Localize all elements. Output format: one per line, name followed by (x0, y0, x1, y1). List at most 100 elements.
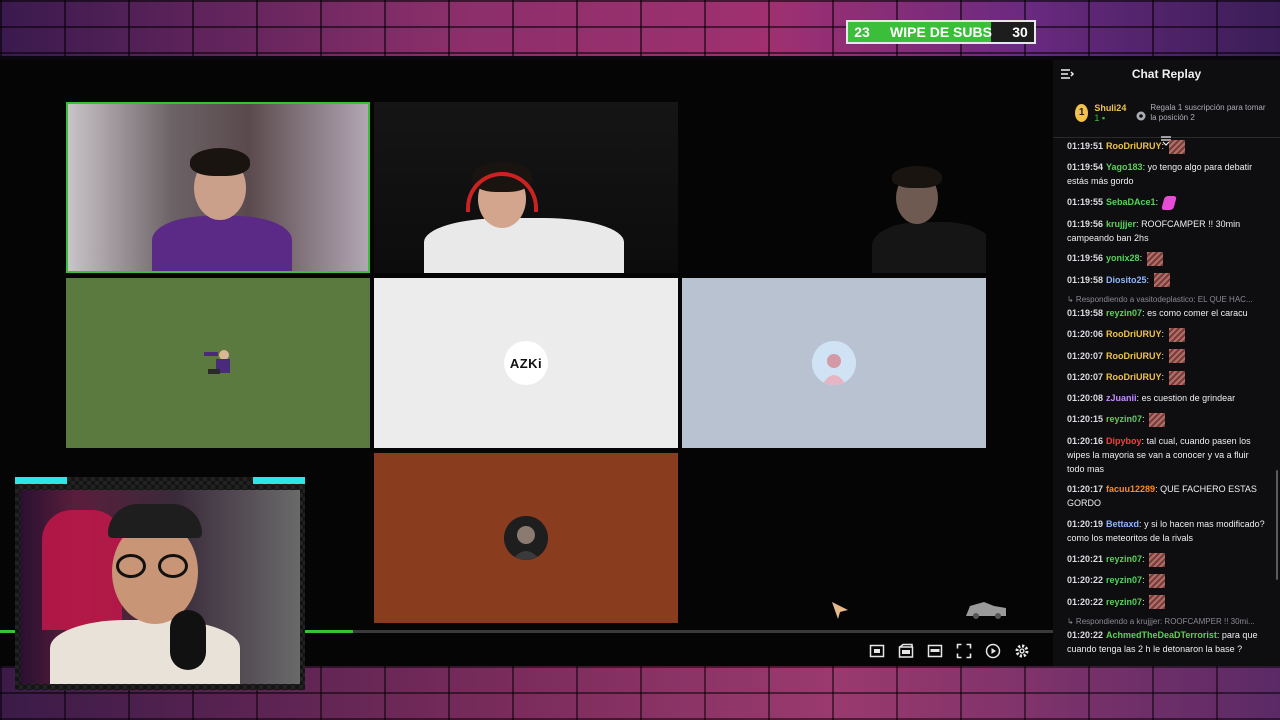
call-tile-camera-1 (66, 102, 370, 273)
chat-emote-icon[interactable] (1146, 252, 1163, 267)
leaderboard-user: Shuli24 1 ▪ (1094, 103, 1126, 123)
chat-username[interactable]: Diosito25 (1106, 275, 1147, 285)
chat-emote-icon[interactable] (1153, 273, 1170, 288)
chat-separator: : (1161, 371, 1167, 382)
chat-emote-icon[interactable] (1149, 552, 1166, 567)
chat-message: 01:20:16 Dipyboy: tal cual, cuando pasen … (1067, 434, 1268, 476)
clip-icon[interactable] (897, 642, 915, 660)
chat-username[interactable]: RooDriURUY (1106, 351, 1162, 361)
chat-title: Chat Replay (1131, 67, 1202, 81)
chat-separator: : (1142, 414, 1148, 425)
chat-timestamp: 01:19:55 (1067, 197, 1104, 208)
chat-username[interactable]: Bettaxd (1106, 519, 1139, 529)
chat-emote-icon[interactable] (1149, 574, 1166, 588)
chat-header: Chat Replay (1053, 60, 1280, 88)
chat-timestamp: 01:20:15 (1067, 414, 1104, 425)
chat-username[interactable]: AchmedTheDeaDTerrorist (1106, 630, 1217, 640)
chat-emote-icon[interactable] (1160, 195, 1177, 210)
chat-message: 01:20:21 reyzin07: (1067, 552, 1268, 567)
chat-message: 01:19:55 SebaDAce1: (1067, 195, 1268, 210)
chat-emote-icon[interactable] (1149, 595, 1166, 610)
chat-username[interactable]: reyzin07 (1106, 308, 1142, 318)
chat-message: 01:19:56 krujjjer: ROOFCAMPER !! 30min ca… (1067, 217, 1268, 245)
chat-username[interactable]: reyzin07 (1106, 414, 1142, 424)
call-tile-avatar-1 (66, 278, 370, 448)
chat-message: 01:19:56 yonix28: (1067, 251, 1268, 267)
chat-message-text: es como comer el caracu (1147, 308, 1248, 319)
chat-scrollbar[interactable] (1276, 470, 1278, 580)
chat-timestamp: 01:20:22 (1067, 630, 1104, 641)
facecam-accent-left (15, 477, 67, 484)
participant-torso (424, 218, 624, 273)
chat-separator: : (1142, 553, 1148, 564)
vehicle-icon (964, 598, 1008, 620)
participant-avatar (504, 516, 548, 560)
chat-username[interactable]: krujjjer (1106, 219, 1136, 229)
chat-message: 01:20:07 RooDriURUY: (1067, 370, 1268, 385)
chat-username[interactable]: RooDriURUY (1106, 141, 1162, 151)
chat-message: 01:20:07 RooDriURUY: (1067, 349, 1268, 364)
leaderboard-username: Shuli24 (1094, 102, 1127, 113)
chat-timestamp: 01:19:58 (1067, 308, 1104, 319)
chat-message: 01:19:58 Diosito25: (1067, 273, 1268, 288)
chat-emote-icon[interactable] (1168, 327, 1185, 342)
chat-emote-icon[interactable] (1168, 349, 1185, 364)
fullscreen-icon[interactable] (955, 642, 973, 660)
glasses-left-icon (116, 554, 146, 578)
chat-timestamp: 01:20:22 (1067, 575, 1104, 586)
call-tile-avatar-4 (374, 453, 678, 623)
chat-username[interactable]: zJuanii (1106, 393, 1137, 403)
cursor-arrow-icon (830, 600, 850, 620)
chat-username[interactable]: RooDriURUY (1106, 329, 1162, 339)
chat-timestamp: 01:19:54 (1067, 162, 1104, 173)
participant-hair (190, 148, 250, 176)
chat-message: 01:20:19 Bettaxd: y si lo hacen mas modif… (1067, 517, 1268, 545)
facecam-accent-right (253, 477, 305, 484)
call-tile-avatar-3 (682, 278, 986, 448)
collapse-chat-icon[interactable] (1059, 66, 1075, 82)
miniplayer-icon[interactable] (868, 642, 886, 660)
chat-reply-context: ↳ Respondiendo a krujjjer: ROOFCAMPER !!… (1067, 617, 1255, 627)
chat-reply-context: ↳ Respondiendo a vasitodeplastico: EL QU… (1067, 295, 1253, 305)
chat-separator: : (1155, 197, 1161, 208)
chat-message: 01:20:22 reyzin07: (1067, 573, 1268, 588)
chat-timestamp: 01:20:19 (1067, 519, 1104, 530)
chat-timestamp: 01:20:21 (1067, 553, 1104, 564)
chat-username[interactable]: Yago183 (1106, 162, 1143, 172)
chat-timestamp: 01:20:07 (1067, 350, 1104, 361)
chat-username[interactable]: facuu12289 (1106, 484, 1155, 494)
chat-emote-icon[interactable] (1168, 370, 1185, 385)
chat-username[interactable]: reyzin07 (1106, 554, 1142, 564)
gift-leaderboard[interactable]: 1 Shuli24 1 ▪ Regala 1 suscripción para … (1053, 88, 1280, 138)
chat-panel: Chat Replay 1 Shuli24 1 ▪ Regala 1 suscr… (1053, 60, 1280, 666)
participant-torso (152, 216, 292, 271)
subs-goal-bar: 23 WIPE DE SUBS 30 (846, 20, 1036, 44)
streamer-facecam (20, 490, 300, 684)
chat-username[interactable]: reyzin07 (1106, 575, 1142, 585)
chat-timestamp: 01:20:22 (1067, 596, 1104, 607)
playback-speed-icon[interactable] (984, 642, 1002, 660)
rank-badge: 1 (1075, 103, 1089, 122)
chat-message-text: es cuestion de grindear (1141, 393, 1236, 404)
chat-username[interactable]: Dipyboy (1106, 436, 1142, 446)
chat-username[interactable]: yonix28 (1106, 253, 1140, 263)
chat-username[interactable]: RooDriURUY (1106, 372, 1162, 382)
chat-timestamp: 01:20:08 (1067, 393, 1104, 404)
participant-hair (892, 166, 942, 188)
gift-sub-icon (1136, 108, 1146, 120)
settings-gear-icon[interactable] (1013, 642, 1031, 660)
participant-avatar (812, 341, 856, 385)
microphone-icon (170, 610, 206, 670)
theater-mode-icon[interactable] (926, 642, 944, 660)
leaderboard-gift-count: 1 ▪ (1094, 112, 1106, 123)
chat-separator: : (1139, 253, 1145, 264)
chat-emote-icon[interactable] (1149, 412, 1166, 427)
streamer-torso (50, 620, 240, 684)
chat-emote-icon[interactable] (1168, 139, 1185, 154)
chat-username[interactable]: SebaDAce1 (1106, 197, 1156, 207)
chat-message-list[interactable]: 01:19:51 RooDriURUY: 01:19:54 Yago183: yo … (1053, 139, 1280, 666)
call-tile-camera-2 (374, 102, 678, 273)
glasses-right-icon (158, 554, 188, 578)
chat-separator: : (1161, 350, 1167, 361)
chat-username[interactable]: reyzin07 (1106, 597, 1142, 607)
